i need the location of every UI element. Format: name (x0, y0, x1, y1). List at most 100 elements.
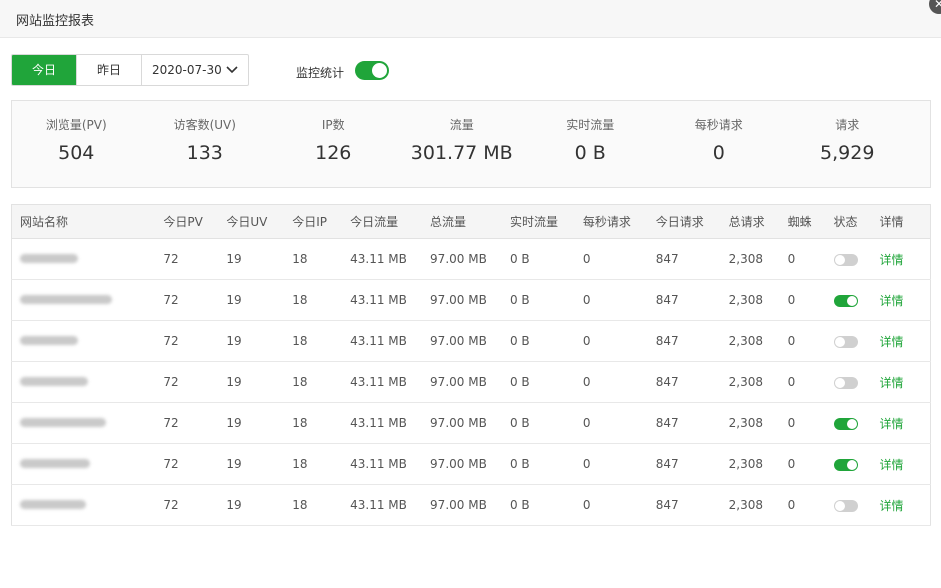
site-name-redacted[interactable] (20, 418, 106, 427)
detail-cell: 详情 (879, 361, 931, 403)
stat-item: 浏览量(PV) 504 (12, 101, 141, 187)
status-toggle[interactable] (833, 458, 858, 471)
cell-total-req: 2,308 (728, 279, 788, 321)
site-name-cell (11, 279, 164, 321)
cell-ip: 18 (292, 402, 351, 444)
cell-today-traffic: 43.11 MB (350, 443, 431, 485)
cell-total-traffic: 97.00 MB (430, 443, 510, 485)
cell-pv: 72 (163, 279, 227, 321)
cell-uv: 19 (226, 484, 293, 526)
cell-total-req: 2,308 (728, 238, 788, 280)
cell-pv: 72 (163, 238, 227, 280)
stat-label: IP数 (321, 118, 345, 132)
status-cell (833, 238, 880, 280)
cell-rps: 0 (582, 279, 656, 321)
column-header: 状态 (833, 204, 880, 239)
monitor-toggle-switch[interactable] (355, 61, 389, 80)
cell-today-traffic: 43.11 MB (350, 484, 431, 526)
table-row: 72 19 18 43.11 MB 97.00 MB 0 B 0 847 2,308 0 详情 (11, 484, 931, 526)
status-cell (833, 402, 880, 444)
detail-link[interactable]: 详情 (879, 458, 903, 472)
status-cell (833, 320, 880, 362)
cell-rps: 0 (582, 484, 656, 526)
today-button[interactable]: 今日 (12, 55, 77, 85)
switch-knob (846, 459, 857, 470)
site-name-redacted[interactable] (20, 295, 112, 304)
stat-value: 301.77 MB (410, 142, 513, 164)
cell-ip: 18 (292, 320, 351, 362)
close-icon[interactable]: ✕ (929, 0, 941, 14)
window-titlebar: 网站监控报表 ✕ (0, 0, 941, 38)
cell-uv: 19 (226, 402, 293, 444)
cell-ip: 18 (292, 279, 351, 321)
status-toggle[interactable] (833, 417, 858, 430)
stat-label: 每秒请求 (694, 118, 743, 132)
cell-realtime: 0 B (509, 402, 583, 444)
cell-total-req: 2,308 (728, 320, 788, 362)
stat-label: 访客数(UV) (173, 118, 236, 132)
detail-link[interactable]: 详情 (879, 335, 903, 349)
site-name-redacted[interactable] (20, 377, 88, 386)
cell-today-req: 847 (655, 402, 729, 444)
cell-spider: 0 (787, 402, 834, 444)
cell-spider: 0 (787, 238, 834, 280)
table-row: 72 19 18 43.11 MB 97.00 MB 0 B 0 847 2,308 0 详情 (11, 361, 931, 403)
cell-today-req: 847 (655, 443, 729, 485)
cell-uv: 19 (226, 320, 293, 362)
detail-cell: 详情 (879, 443, 931, 485)
window-title: 网站监控报表 (16, 14, 95, 29)
cell-today-traffic: 43.11 MB (350, 238, 431, 280)
cell-total-traffic: 97.00 MB (430, 402, 510, 444)
status-toggle[interactable] (833, 376, 858, 389)
stat-value: 0 (712, 142, 725, 164)
cell-uv: 19 (226, 443, 293, 485)
yesterday-button[interactable]: 昨日 (77, 55, 142, 85)
stat-label: 实时流量 (566, 118, 615, 132)
date-select[interactable]: 2020-07-30 (142, 55, 248, 85)
status-cell (833, 443, 880, 485)
detail-cell: 详情 (879, 320, 931, 362)
detail-link[interactable]: 详情 (879, 376, 903, 390)
table-row: 72 19 18 43.11 MB 97.00 MB 0 B 0 847 2,308 0 详情 (11, 279, 931, 321)
column-header: 详情 (879, 204, 931, 239)
cell-today-traffic: 43.11 MB (350, 402, 431, 444)
detail-cell: 详情 (879, 484, 931, 526)
status-toggle[interactable] (833, 499, 858, 512)
stat-value: 133 (186, 142, 223, 164)
cell-rps: 0 (582, 320, 656, 362)
status-toggle[interactable] (833, 253, 858, 266)
detail-link[interactable]: 详情 (879, 294, 903, 308)
site-name-redacted[interactable] (20, 254, 78, 263)
status-toggle[interactable] (833, 294, 858, 307)
detail-link[interactable]: 详情 (879, 417, 903, 431)
column-header: 今日流量 (350, 204, 431, 239)
chevron-down-icon (226, 55, 238, 85)
cell-realtime: 0 B (509, 279, 583, 321)
detail-link[interactable]: 详情 (879, 499, 903, 513)
column-header: 今日请求 (655, 204, 729, 239)
stat-label: 浏览量(PV) (45, 118, 107, 132)
site-name-redacted[interactable] (20, 500, 86, 509)
date-filter: 今日 昨日 2020-07-30 (11, 54, 249, 86)
site-name-cell (11, 443, 164, 485)
cell-total-req: 2,308 (728, 443, 788, 485)
cell-today-traffic: 43.11 MB (350, 279, 431, 321)
site-name-redacted[interactable] (20, 459, 90, 468)
cell-pv: 72 (163, 320, 227, 362)
cell-spider: 0 (787, 279, 834, 321)
stat-label: 请求 (835, 118, 860, 132)
cell-uv: 19 (226, 279, 293, 321)
cell-ip: 18 (292, 443, 351, 485)
cell-total-traffic: 97.00 MB (430, 320, 510, 362)
site-name-redacted[interactable] (20, 336, 78, 345)
switch-knob (834, 500, 845, 511)
status-toggle[interactable] (833, 335, 858, 348)
status-cell (833, 361, 880, 403)
cell-uv: 19 (226, 361, 293, 403)
stat-item: 实时流量 0 B (526, 101, 655, 187)
status-cell (833, 279, 880, 321)
cell-today-traffic: 43.11 MB (350, 320, 431, 362)
stat-item: IP数 126 (269, 101, 398, 187)
detail-link[interactable]: 详情 (879, 253, 903, 267)
switch-knob (834, 336, 845, 347)
